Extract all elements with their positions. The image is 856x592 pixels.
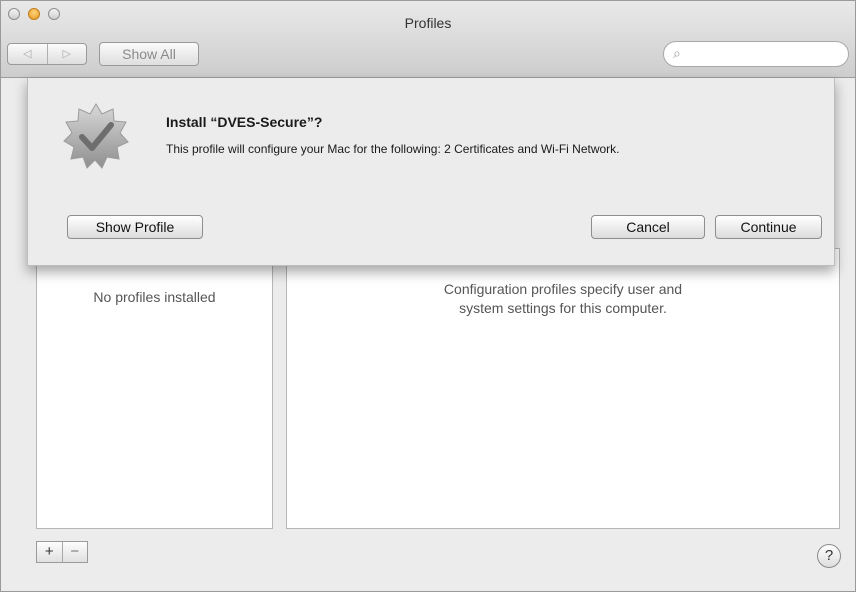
no-profiles-label: No profiles installed <box>93 289 216 305</box>
remove-profile-button[interactable]: − <box>61 542 88 562</box>
cancel-button[interactable]: Cancel <box>591 215 705 239</box>
window-title: Profiles <box>404 15 452 31</box>
profiles-list[interactable]: No profiles installed <box>36 248 273 529</box>
add-remove-group: + − <box>36 541 88 563</box>
detail-empty-text: Configuration profiles specify user and … <box>443 281 683 316</box>
back-forward-group: ◁ ▷ <box>7 43 87 65</box>
show-all-button[interactable]: Show All <box>99 42 199 66</box>
sheet-title: Install “DVES-Secure”? <box>166 114 323 130</box>
continue-button[interactable]: Continue <box>715 215 822 239</box>
show-profile-button[interactable]: Show Profile <box>67 215 203 239</box>
verified-badge-icon <box>63 103 129 169</box>
profile-detail-pane: Configuration profiles specify user and … <box>286 248 840 529</box>
search-input[interactable]: ⌕ <box>663 41 849 67</box>
install-profile-sheet: Install “DVES-Secure”? This profile will… <box>27 78 835 266</box>
search-icon: ⌕ <box>673 45 681 61</box>
add-profile-button[interactable]: + <box>37 542 62 562</box>
help-button[interactable]: ? <box>817 544 841 568</box>
profiles-window: Profiles ◁ ▷ Show All ⌕ No profiles inst… <box>0 0 856 592</box>
forward-icon[interactable]: ▷ <box>46 44 87 64</box>
back-icon[interactable]: ◁ <box>8 44 47 64</box>
titlebar: Profiles ◁ ▷ Show All ⌕ <box>1 1 855 78</box>
sheet-message: This profile will configure your Mac for… <box>166 142 620 156</box>
